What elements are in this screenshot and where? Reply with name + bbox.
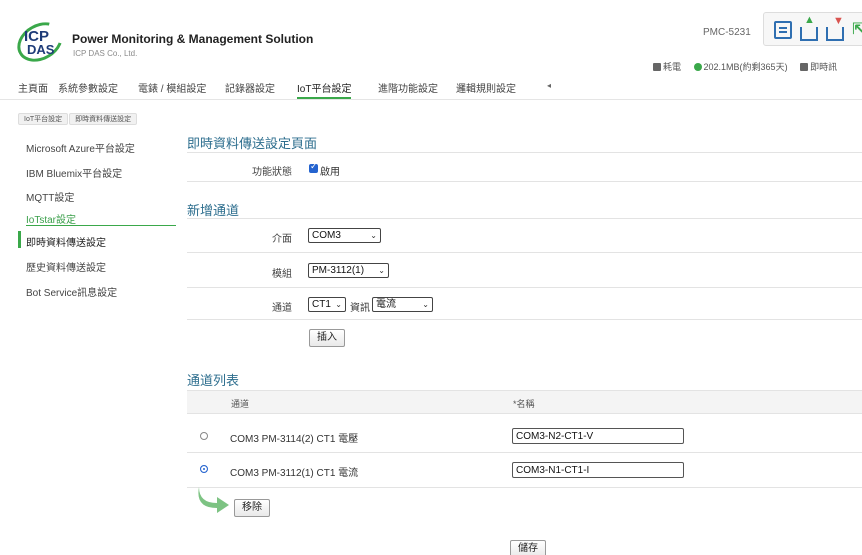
page-title: 即時資料傳送設定頁面 bbox=[187, 136, 318, 151]
company-name: ICP DAS Co., Ltd. bbox=[73, 49, 138, 58]
sidebar-item-history[interactable]: 歷史資料傳送設定 bbox=[26, 259, 106, 274]
breadcrumb-item[interactable]: IoT平台設定 bbox=[18, 113, 69, 125]
divider bbox=[187, 319, 862, 320]
enable-checkbox-label: 啟用 bbox=[320, 167, 340, 178]
interface-label: 介面 bbox=[272, 234, 292, 245]
enable-checkbox[interactable] bbox=[309, 161, 318, 173]
chevron-down-icon: ⌄ bbox=[335, 300, 342, 309]
main-nav: 主頁面 系統參數設定 電錶 / 模組設定 記錄器設定 IoT平台設定 進階功能設… bbox=[0, 76, 862, 100]
col-name: *名稱 bbox=[513, 399, 535, 409]
status-storage: 202.1MB(約剩365天) bbox=[693, 60, 788, 73]
nav-item-meter[interactable]: 電錶 / 模組設定 bbox=[138, 80, 206, 99]
arrow-right-icon bbox=[198, 487, 229, 513]
table-header: 通道 *名稱 bbox=[187, 390, 862, 414]
divider bbox=[187, 452, 862, 453]
nav-item-logger[interactable]: 記錄器設定 bbox=[225, 80, 275, 99]
channel-list-title: 通道列表 bbox=[187, 373, 240, 388]
divider bbox=[187, 181, 862, 182]
sidebar-item-iotstar[interactable]: IoTstar設定 bbox=[26, 211, 76, 226]
header: ICP DAS Power Monitoring & Management So… bbox=[0, 0, 862, 76]
status-power: 耗電 bbox=[653, 60, 681, 73]
sidebar-item-realtime[interactable]: 即時資料傳送設定 bbox=[26, 234, 106, 249]
main-content: 即時資料傳送設定頁面 功能狀態 啟用 新增通道 介面 COM3 ⌄ 模組 PM-3… bbox=[177, 130, 862, 555]
breadcrumb-item: 即時資料傳送設定 bbox=[69, 113, 138, 125]
data-select-value: 電流 bbox=[376, 299, 396, 310]
nav-item-system[interactable]: 系統參數設定 bbox=[58, 80, 118, 99]
chevron-down-icon: ⌄ bbox=[378, 266, 385, 275]
module-select-value: PM-3112(1) bbox=[312, 265, 365, 276]
chevron-down-icon: ⌄ bbox=[370, 231, 377, 240]
col-channel: 通道 bbox=[231, 399, 250, 409]
sidebar-active-indicator bbox=[18, 231, 21, 248]
interface-select[interactable]: COM3 ⌄ bbox=[308, 228, 381, 243]
channel-label: 通道 bbox=[272, 303, 292, 314]
divider bbox=[187, 218, 862, 219]
sidebar-item-mqtt[interactable]: MQTT設定 bbox=[26, 189, 74, 204]
data-select[interactable]: 電流 ⌄ bbox=[372, 297, 433, 312]
divider bbox=[187, 152, 862, 153]
divider bbox=[187, 487, 862, 488]
model-name: PMC-5231 bbox=[703, 27, 751, 38]
nav-item-advanced[interactable]: 進階功能設定 bbox=[378, 80, 438, 99]
remove-button[interactable]: 移除 bbox=[234, 499, 270, 517]
divider bbox=[187, 287, 862, 288]
save-button[interactable]: 儲存 bbox=[510, 540, 546, 555]
row-radio[interactable] bbox=[200, 432, 208, 440]
upload-icon[interactable] bbox=[800, 14, 818, 41]
storage-icon bbox=[693, 63, 702, 71]
download-icon[interactable] bbox=[826, 15, 844, 41]
status-bar: 耗電 202.1MB(約剩365天) 即時訊 bbox=[653, 60, 847, 73]
row-channel: COM3 PM-3114(2) CT1 電壓 bbox=[230, 434, 359, 445]
divider bbox=[187, 252, 862, 253]
info-icon bbox=[800, 63, 809, 71]
nav-item-iot[interactable]: IoT平台設定 bbox=[297, 80, 352, 99]
row-radio-selected[interactable] bbox=[200, 465, 208, 473]
app-window: ICP DAS Power Monitoring & Management So… bbox=[0, 0, 862, 555]
nav-scroll-left-icon[interactable]: ◂ bbox=[547, 81, 551, 90]
data-label: 資訊 bbox=[350, 303, 370, 314]
row-name-input[interactable] bbox=[512, 428, 684, 444]
function-status-label: 功能狀態 bbox=[252, 167, 292, 178]
channel-select[interactable]: CT1 ⌄ bbox=[308, 297, 346, 312]
nav-item-logic[interactable]: 邏輯規則設定 bbox=[456, 80, 516, 99]
document-icon[interactable] bbox=[774, 21, 792, 39]
breadcrumb: IoT平台設定 即時資料傳送設定 bbox=[18, 112, 138, 125]
channel-select-value: CT1 bbox=[312, 299, 331, 310]
toolbar-icons: ⇱ bbox=[763, 12, 862, 46]
interface-select-value: COM3 bbox=[312, 230, 341, 241]
nav-item-home[interactable]: 主頁面 bbox=[18, 80, 48, 99]
app-title: Power Monitoring & Management Solution bbox=[72, 32, 314, 46]
insert-button[interactable]: 插入 bbox=[309, 329, 345, 347]
sidebar-item-azure[interactable]: Microsoft Azure平台設定 bbox=[26, 140, 135, 155]
row-name-input[interactable] bbox=[512, 462, 684, 478]
logout-icon[interactable]: ⇱ bbox=[852, 21, 862, 39]
row-channel: COM3 PM-3112(1) CT1 電流 bbox=[230, 468, 359, 479]
add-channel-title: 新增通道 bbox=[187, 203, 240, 218]
sidebar-item-bluemix[interactable]: IBM Bluemix平台設定 bbox=[26, 165, 122, 180]
sidebar-item-bot[interactable]: Bot Service訊息設定 bbox=[26, 284, 117, 299]
battery-icon bbox=[653, 63, 661, 71]
module-select[interactable]: PM-3112(1) ⌄ bbox=[308, 263, 389, 278]
logo-text-bottom: DAS bbox=[27, 42, 55, 57]
company-logo: ICP DAS bbox=[10, 14, 70, 70]
sidebar-divider bbox=[26, 225, 176, 226]
module-label: 模組 bbox=[272, 269, 292, 280]
chevron-down-icon: ⌄ bbox=[422, 300, 429, 309]
status-realtime: 即時訊 bbox=[800, 60, 837, 73]
